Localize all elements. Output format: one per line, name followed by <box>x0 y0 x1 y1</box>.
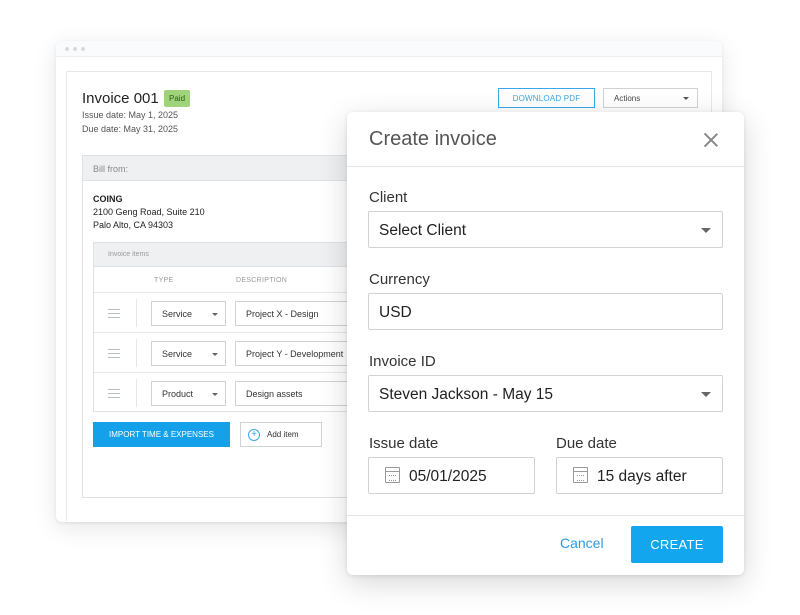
item-type-value: Service <box>162 349 193 359</box>
column-header-type: TYPE <box>154 277 174 284</box>
actions-label: Actions <box>614 93 641 103</box>
currency-label: Currency <box>369 271 430 288</box>
item-type-select[interactable]: Product <box>151 381 226 406</box>
chevron-down-icon <box>212 393 218 396</box>
close-icon[interactable] <box>702 131 720 149</box>
divider <box>136 339 137 367</box>
import-time-expenses-button[interactable]: IMPORT TIME & EXPENSES <box>93 422 230 447</box>
calendar-icon <box>573 467 588 483</box>
invoice-title: Invoice 001 <box>82 90 159 107</box>
plus-circle-icon: + <box>248 429 260 441</box>
item-type-value: Service <box>162 309 193 319</box>
invoice-id-label: Invoice ID <box>369 353 436 370</box>
company-block: COING 2100 Geng Road, Suite 210 Palo Alt… <box>93 193 205 232</box>
issue-date-label: Issue date <box>369 435 439 452</box>
cancel-button[interactable]: Cancel <box>560 535 604 551</box>
item-type-value: Product <box>162 389 194 399</box>
divider <box>136 299 137 327</box>
due-date-text: Due date: May 31, 2025 <box>82 124 179 134</box>
window-dot <box>73 47 77 51</box>
item-description-field[interactable]: Project X - Design <box>235 301 365 326</box>
client-select[interactable]: Select Client <box>368 211 723 248</box>
currency-input[interactable]: USD <box>368 293 723 330</box>
company-address-line1: 2100 Geng Road, Suite 210 <box>93 207 205 217</box>
drag-handle-icon[interactable] <box>108 349 120 358</box>
add-item-label: Add item <box>267 430 299 439</box>
item-type-select[interactable]: Service <box>151 341 226 366</box>
chevron-down-icon <box>683 97 689 100</box>
issue-date-input[interactable]: 05/01/2025 <box>368 457 535 494</box>
issue-date-text: Issue date: May 1, 2025 <box>82 110 179 120</box>
company-name: COING <box>93 194 123 204</box>
add-item-button[interactable]: + Add item <box>240 422 322 447</box>
divider <box>347 166 744 167</box>
actions-dropdown[interactable]: Actions <box>603 88 698 108</box>
create-invoice-modal: Create invoice Client Select Client Curr… <box>347 112 744 575</box>
issue-date-value: 05/01/2025 <box>409 468 487 485</box>
company-address-line2: Palo Alto, CA 94303 <box>93 220 174 230</box>
column-header-description: DESCRIPTION <box>236 277 288 284</box>
divider <box>347 515 744 516</box>
chevron-down-icon <box>212 353 218 356</box>
window-titlebar <box>56 41 722 57</box>
due-date-input[interactable]: 15 days after <box>556 457 723 494</box>
chevron-down-icon <box>701 228 711 233</box>
window-dot <box>65 47 69 51</box>
window-dot <box>81 47 85 51</box>
invoice-id-value: Steven Jackson - May 15 <box>379 386 554 403</box>
due-date-label: Due date <box>556 435 617 452</box>
modal-title: Create invoice <box>369 128 497 150</box>
invoice-id-select[interactable]: Steven Jackson - May 15 <box>368 375 723 412</box>
drag-handle-icon[interactable] <box>108 389 120 398</box>
chevron-down-icon <box>212 313 218 316</box>
client-label: Client <box>369 189 408 206</box>
calendar-icon <box>385 467 400 483</box>
create-button[interactable]: CREATE <box>631 526 723 563</box>
item-description-field[interactable]: Project Y - Development <box>235 341 365 366</box>
due-date-value: 15 days after <box>597 468 687 485</box>
chevron-down-icon <box>701 392 711 397</box>
item-type-select[interactable]: Service <box>151 301 226 326</box>
status-badge: Paid <box>164 90 191 107</box>
download-pdf-button[interactable]: DOWNLOAD PDF <box>498 88 595 108</box>
item-description-field[interactable]: Design assets <box>235 381 365 406</box>
drag-handle-icon[interactable] <box>108 309 120 318</box>
client-select-value: Select Client <box>379 222 467 239</box>
divider <box>136 379 137 407</box>
